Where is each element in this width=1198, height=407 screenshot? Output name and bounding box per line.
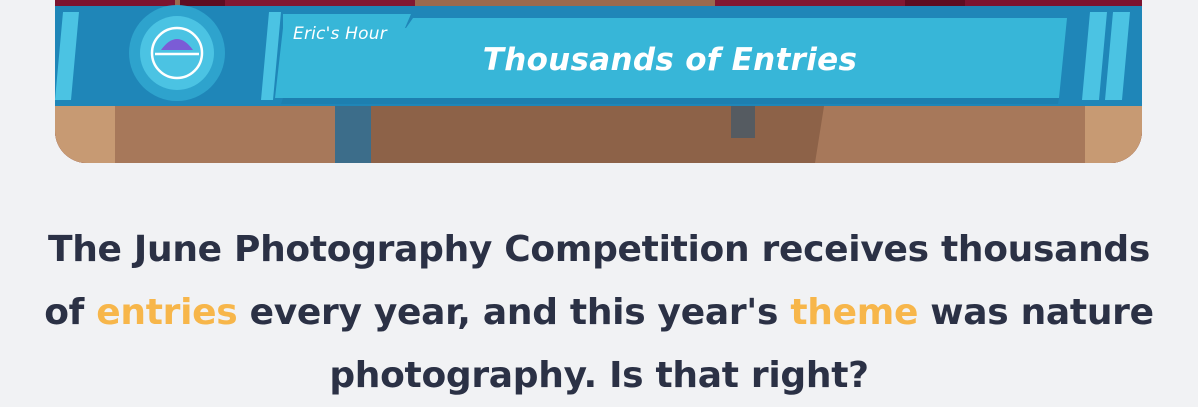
highlight-word-entries[interactable]: entries — [96, 292, 237, 333]
caption-text: every year, and this year's — [237, 292, 791, 333]
video-frame: Eric's Hour Thousands of Entries — [55, 0, 1142, 163]
banner-headline: Thousands of Entries — [482, 42, 858, 78]
news-studio-illustration — [55, 0, 1142, 163]
show-name-tag: Eric's Hour — [293, 24, 387, 44]
highlight-word-theme[interactable]: theme — [790, 292, 918, 333]
subtitle-caption: The June Photography Competition receive… — [30, 218, 1168, 407]
